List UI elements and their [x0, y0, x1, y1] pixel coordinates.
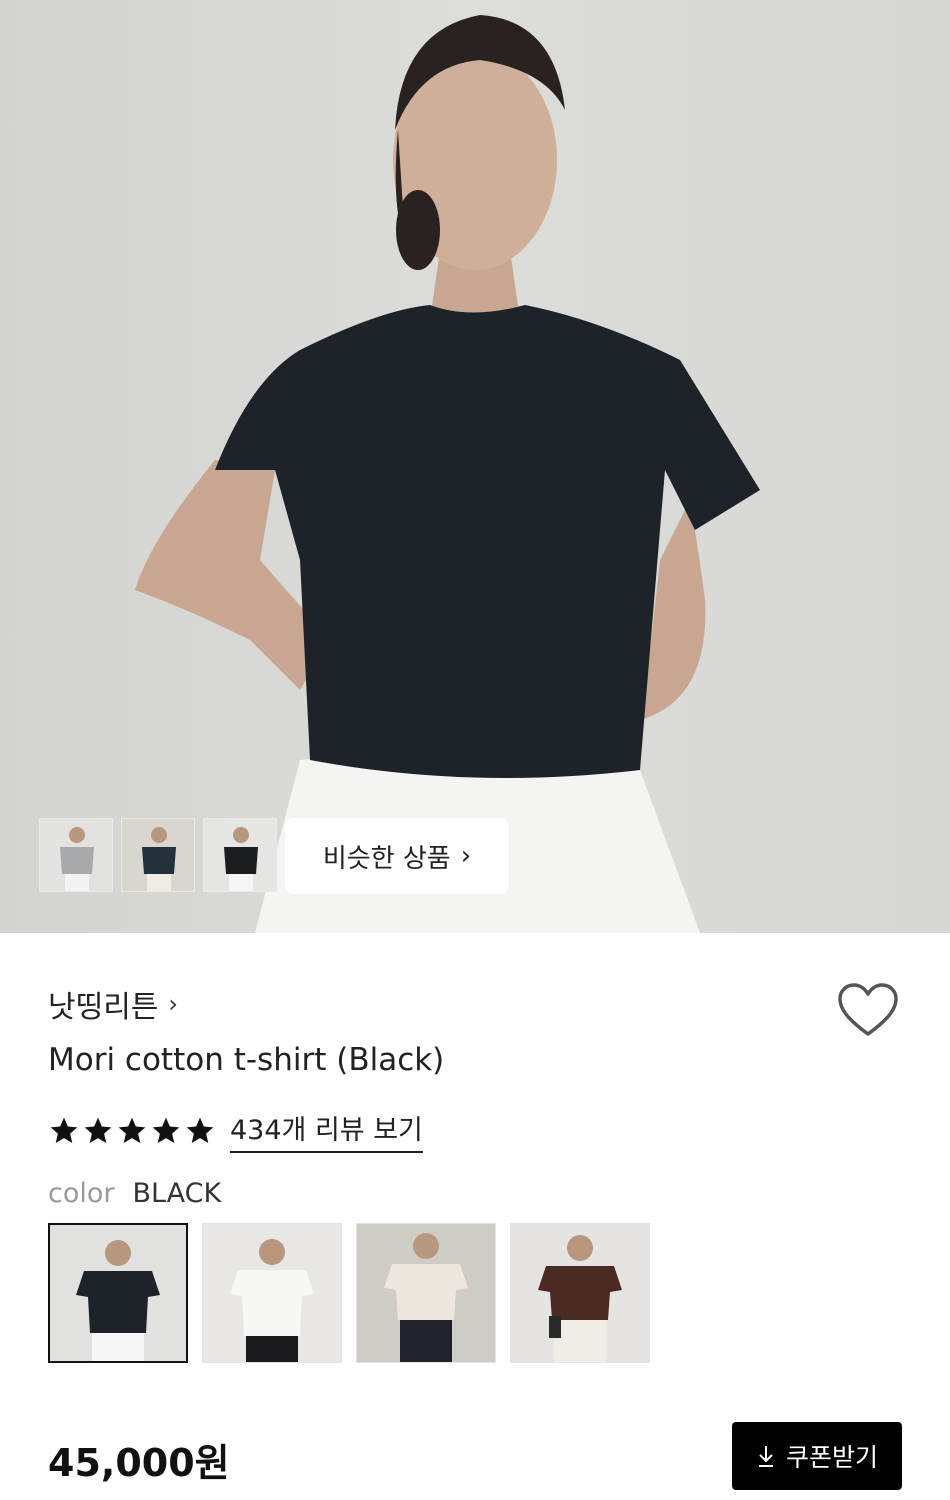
similar-products-label: 비슷한 상품: [322, 843, 451, 874]
chevron-right-icon: ›: [168, 990, 179, 1018]
star-icon: [152, 1117, 180, 1143]
wishlist-heart-icon[interactable]: [836, 982, 900, 1040]
model-photo: [135, 15, 760, 933]
color-label: color: [48, 1178, 115, 1209]
rating-row: 434개 리뷰 보기: [48, 1108, 423, 1153]
similar-products-button[interactable]: 비슷한 상품 ›: [285, 818, 509, 894]
chevron-right-icon: ›: [460, 841, 472, 871]
product-hero-image[interactable]: 비슷한 상품 ›: [0, 0, 950, 933]
star-icon: [84, 1117, 112, 1143]
color-row: color BLACK: [48, 1178, 221, 1209]
star-icon: [186, 1117, 214, 1143]
color-swatches: [48, 1223, 650, 1363]
star-rating: [48, 1115, 216, 1147]
color-option-cream[interactable]: [356, 1223, 496, 1363]
brand-name: 낫띵리튼: [48, 990, 159, 1025]
review-link[interactable]: 434개 리뷰 보기: [230, 1108, 423, 1153]
black-tshirt-thumbnail[interactable]: [203, 818, 277, 892]
star-icon: [50, 1117, 78, 1143]
color-option-black[interactable]: [48, 1223, 188, 1363]
product-title: Mori cotton t-shirt (Black): [48, 1042, 445, 1078]
navy-tshirt-thumbnail[interactable]: [121, 818, 195, 892]
thumbnail-strip: [39, 818, 277, 892]
coupon-button[interactable]: 쿠폰받기: [732, 1422, 902, 1490]
coupon-label: 쿠폰받기: [785, 1443, 878, 1472]
download-icon: [758, 1446, 773, 1467]
color-value: BLACK: [132, 1178, 222, 1209]
color-option-brown[interactable]: [510, 1223, 650, 1363]
brand-link[interactable]: 낫띵리튼 ›: [48, 982, 178, 1026]
star-icon: [118, 1117, 146, 1143]
color-option-white[interactable]: [202, 1223, 342, 1363]
gray-tshirt-thumbnail[interactable]: [39, 818, 113, 892]
price: 45,000원: [48, 1441, 230, 1485]
